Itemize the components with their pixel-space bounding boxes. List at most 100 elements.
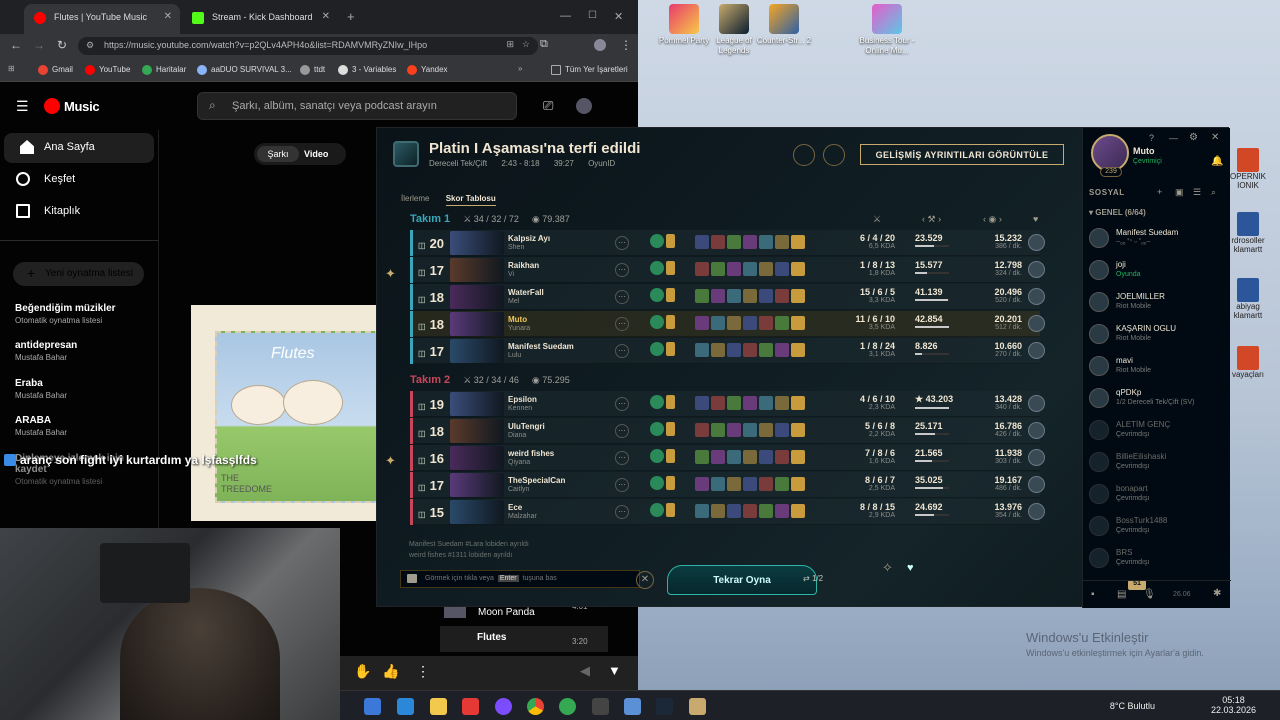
desktop-icon-business-tour[interactable]: Business Tour - Online Mu...: [855, 4, 919, 56]
item-icon[interactable]: [727, 504, 741, 518]
trinket-icon[interactable]: [791, 423, 805, 437]
item-icon[interactable]: [759, 396, 773, 410]
more-options-icon[interactable]: ···: [615, 236, 629, 250]
friend-group-header[interactable]: ▾ GENEL (6/64): [1089, 208, 1146, 217]
scoreboard-row[interactable]: ◫ 16 weird fishes Qiyana ··· 7 / 8 / 6 1,6 KDA…: [410, 445, 1045, 471]
player-name[interactable]: weird fishes: [508, 449, 554, 458]
profile-avatar[interactable]: [594, 39, 606, 51]
item-icon[interactable]: [711, 423, 725, 437]
item-icon[interactable]: [743, 343, 757, 357]
item-icon[interactable]: [775, 316, 789, 330]
item-icon[interactable]: [727, 289, 741, 303]
honor-icon[interactable]: [793, 144, 815, 166]
item-icon[interactable]: [743, 235, 757, 249]
weather-status[interactable]: 8°C Bulutlu: [1110, 701, 1155, 711]
tab-youtube-music[interactable]: Flutes | YouTube Music ✕: [24, 4, 180, 34]
item-icon[interactable]: [775, 504, 789, 518]
search-friends-icon[interactable]: ⌕: [1211, 187, 1216, 198]
bookmark-yandex[interactable]: Yandex: [407, 65, 448, 75]
player-name[interactable]: Kalpsiz Ayı: [508, 234, 550, 243]
item-icon[interactable]: [711, 343, 725, 357]
player-name[interactable]: UluTengri: [508, 422, 545, 431]
item-icon[interactable]: [711, 235, 725, 249]
reload-icon[interactable]: ↻: [57, 38, 67, 52]
desktop-file-vayaclari[interactable]: vayaçları: [1228, 346, 1268, 379]
install-app-icon[interactable]: ⊞: [506, 39, 514, 50]
switch-video-button[interactable]: Video: [304, 149, 328, 159]
friend-item[interactable]: KAŞARIN OGLU Riot Mobile: [1089, 322, 1227, 350]
desktop-file-abiyag[interactable]: abiyag klamartt: [1228, 278, 1268, 320]
playlist-item[interactable]: ARABA Mustafa Bahar: [15, 415, 155, 437]
item-icon[interactable]: [775, 235, 789, 249]
dislike-icon[interactable]: ✋: [354, 663, 371, 680]
apps-grid-icon[interactable]: ⊞: [8, 64, 15, 73]
trinket-icon[interactable]: [791, 262, 805, 276]
chat-bubble-icon[interactable]: ▪: [1091, 589, 1095, 600]
close-postgame-icon[interactable]: ✕: [636, 571, 654, 589]
close-client-icon[interactable]: ✕: [1211, 132, 1219, 143]
scoreboard-row[interactable]: ◫ 19 Epsilon Kennen ··· 4 / 6 / 10 2,3 KDA ★ 43…: [410, 391, 1045, 417]
item-icon[interactable]: [695, 450, 709, 464]
playlist-item[interactable]: antidepresan Mustafa Bahar: [15, 340, 155, 362]
previous-icon[interactable]: ◀: [580, 663, 590, 679]
item-icon[interactable]: [695, 423, 709, 437]
item-icon[interactable]: [743, 396, 757, 410]
maximize-icon[interactable]: ☐: [588, 10, 597, 21]
menu-icon[interactable]: ⋮: [620, 38, 632, 52]
expand-icon[interactable]: ▼: [608, 663, 621, 678]
item-icon[interactable]: [759, 423, 773, 437]
desktop-icon-counter-strike[interactable]: Counter-Str... 2: [752, 4, 816, 46]
more-options-icon[interactable]: ···: [615, 263, 629, 277]
item-icon[interactable]: [759, 504, 773, 518]
notifications-icon[interactable]: 🔔: [1211, 156, 1223, 167]
bookmark-all[interactable]: Tüm Yer İşaretleri: [551, 65, 628, 75]
item-icon[interactable]: [727, 396, 741, 410]
item-icon[interactable]: [743, 262, 757, 276]
item-icon[interactable]: [711, 396, 725, 410]
gold-column-selector[interactable]: ‹ ◉ ›: [983, 214, 1002, 225]
item-icon[interactable]: [695, 396, 709, 410]
trinket-icon[interactable]: [791, 396, 805, 410]
taskbar-app-icon[interactable]: [364, 698, 381, 715]
champion-portrait[interactable]: [450, 446, 504, 470]
bookmark-variables[interactable]: 3 - Variables: [338, 65, 396, 75]
item-icon[interactable]: [759, 316, 773, 330]
app-icon[interactable]: [624, 698, 641, 715]
minimize-icon[interactable]: —: [560, 10, 571, 22]
report-bug-icon[interactable]: ✱: [1213, 588, 1221, 599]
player-name[interactable]: Manifest Suedam: [508, 342, 574, 351]
heart-icon[interactable]: ♥: [907, 562, 914, 574]
item-icon[interactable]: [759, 343, 773, 357]
more-options-icon[interactable]: ···: [615, 290, 629, 304]
mission-icon[interactable]: ✧: [882, 560, 893, 576]
trinket-icon[interactable]: [791, 450, 805, 464]
damage-column-selector[interactable]: ‹ ⚒ ›: [922, 214, 941, 225]
item-icon[interactable]: [775, 262, 789, 276]
player-name[interactable]: Raikhan: [508, 261, 539, 270]
scoreboard-row[interactable]: ◫ 18 WaterFall Mel ··· 15 / 6 / 5 3,3 KDA 41.13…: [410, 284, 1045, 310]
extensions-icon[interactable]: ⧉: [540, 38, 548, 51]
playlist-item[interactable]: Eraba Mustafa Bahar: [15, 378, 155, 400]
player-name[interactable]: Muto: [508, 315, 527, 324]
edge-icon[interactable]: [397, 698, 414, 715]
item-icon[interactable]: [759, 289, 773, 303]
champion-portrait[interactable]: [450, 231, 504, 255]
champion-portrait[interactable]: [450, 258, 504, 282]
item-icon[interactable]: [727, 450, 741, 464]
download-replay-icon[interactable]: [823, 144, 845, 166]
more-options-icon[interactable]: ···: [615, 505, 629, 519]
chrome-icon[interactable]: [527, 698, 544, 715]
chrome-profile-icon[interactable]: [559, 698, 576, 715]
bookmark-star-icon[interactable]: ☆: [522, 39, 530, 50]
winrar-icon[interactable]: [462, 698, 479, 715]
switch-song-button[interactable]: Şarkı: [257, 146, 299, 162]
item-icon[interactable]: [743, 423, 757, 437]
item-icon[interactable]: [727, 423, 741, 437]
item-icon[interactable]: [743, 477, 757, 491]
close-window-icon[interactable]: ✕: [614, 10, 623, 23]
champion-portrait[interactable]: [450, 500, 504, 524]
item-icon[interactable]: [727, 262, 741, 276]
trinket-icon[interactable]: [791, 343, 805, 357]
item-icon[interactable]: [711, 289, 725, 303]
help-icon[interactable]: ?: [1149, 133, 1154, 143]
